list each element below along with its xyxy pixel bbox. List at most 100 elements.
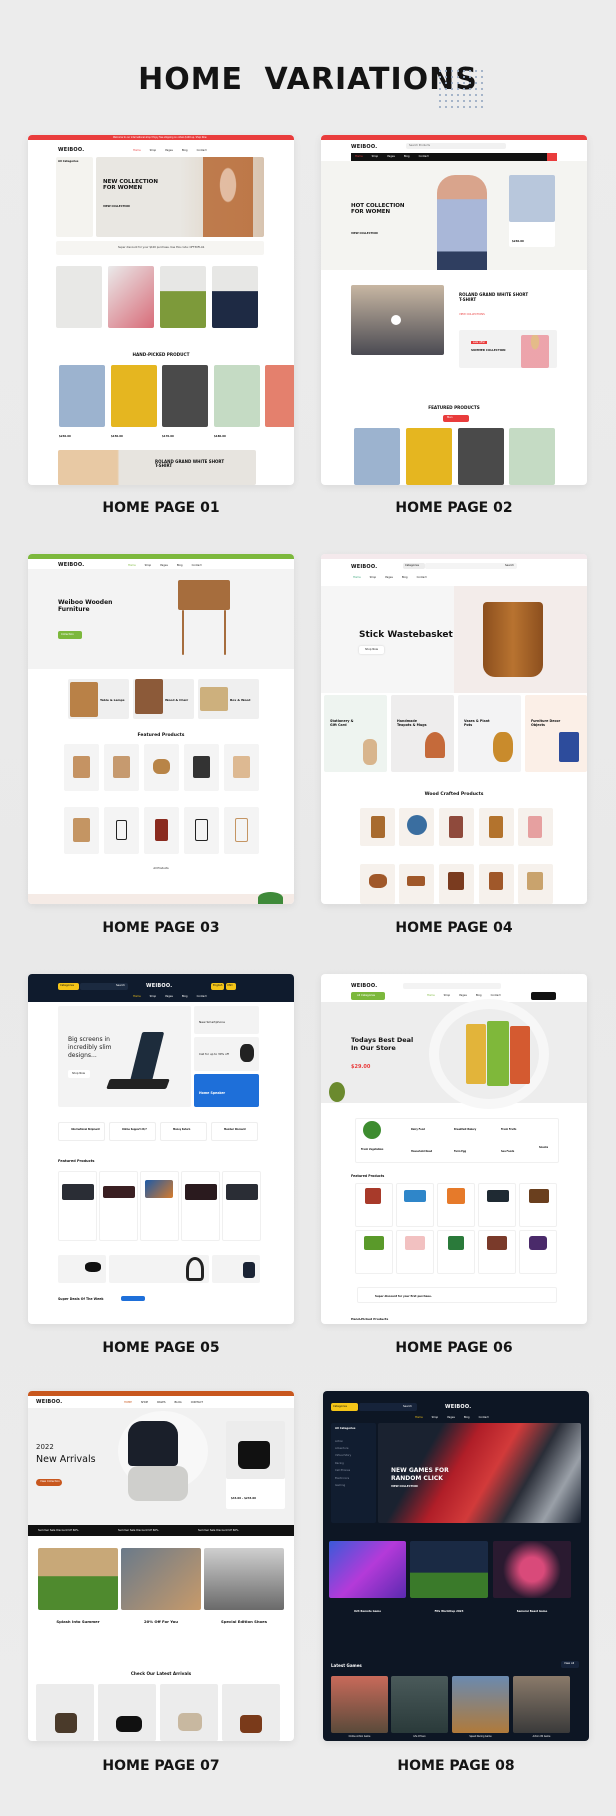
product-card[interactable] [354, 428, 400, 485]
collection-image[interactable] [493, 1541, 571, 1598]
hero-button[interactable]: VIEW COLLECTION [351, 232, 378, 235]
collection-image[interactable] [121, 1548, 201, 1610]
home-page-06-preview[interactable]: WEIBOO. All Categories Home Shop Pages Blog… [321, 974, 587, 1324]
sidebar-item[interactable]: Racing [335, 1462, 344, 1465]
home-page-07-label[interactable]: HOME PAGE 07 [28, 1758, 294, 1774]
home-page-01-label[interactable]: HOME PAGE 01 [28, 500, 294, 516]
collection-image[interactable] [38, 1548, 118, 1610]
game-card[interactable] [331, 1676, 388, 1733]
product-card[interactable] [99, 1171, 138, 1241]
summer-badge: sale offer [471, 341, 488, 344]
section-title: Latest Games [331, 1663, 362, 1668]
main-nav[interactable]: Home Shop Pages Blog Contact [353, 576, 436, 579]
main-nav[interactable]: Home Shop Pages Blog Contact [415, 1416, 498, 1419]
product-card[interactable] [111, 365, 157, 427]
hero-banner[interactable] [28, 569, 294, 669]
sidebar-item[interactable]: Cell Phones [335, 1469, 350, 1472]
home-page-03-label[interactable]: HOME PAGE 03 [28, 920, 294, 936]
sidebar-item[interactable]: Gaming [335, 1484, 345, 1487]
all-products-button[interactable]: All Products [28, 867, 294, 870]
search-button[interactable]: Search [403, 1405, 412, 1408]
home-page-01-preview[interactable]: Welcome to our international shop! Enjoy… [28, 135, 294, 485]
category-tile[interactable] [324, 695, 387, 772]
filter-label: Men [447, 416, 453, 419]
feature-box [160, 1122, 207, 1141]
product-card[interactable] [58, 1171, 97, 1241]
main-nav[interactable]: Home Shop Pages Blog Contact [355, 155, 438, 158]
sidebar-item[interactable]: Action [335, 1440, 343, 1443]
product-card[interactable] [509, 428, 555, 485]
search-input[interactable] [425, 563, 517, 569]
product-card[interactable] [406, 428, 452, 485]
main-nav[interactable]: Home Shop Pages Blog Contact [133, 149, 216, 152]
hero-juice-image [466, 1024, 486, 1084]
home-page-04-preview[interactable]: WEIBOO. Categories Search Home Shop Pages B… [321, 554, 587, 904]
main-nav[interactable]: Home Shop Pages Blog Contact [427, 994, 510, 997]
hero-button-label: Shop Now [365, 648, 378, 651]
category-sidebar[interactable] [56, 157, 93, 237]
home-page-06-label[interactable]: HOME PAGE 06 [321, 1340, 587, 1356]
home-page-07-preview[interactable]: WEIBOO. HOME SHOP PAGES BLOG CONTACT 2022 Ne… [28, 1391, 294, 1741]
collection-image[interactable] [204, 1548, 284, 1610]
category-name: Dairy Food [411, 1128, 425, 1131]
language-label: English [213, 984, 223, 987]
main-nav[interactable]: Home Shop Pages Blog Contact [133, 995, 216, 998]
category-kids[interactable] [56, 266, 102, 328]
product-card[interactable] [162, 365, 208, 427]
home-page-05-preview[interactable]: Categories Search WEIBOO. English USD Ho… [28, 974, 294, 1324]
logo: WEIBOO. [445, 1404, 472, 1410]
category-women[interactable] [160, 266, 206, 328]
collection-title: 20% Off For You [144, 1619, 178, 1624]
collection-image[interactable] [410, 1541, 488, 1598]
product-price: $150.00 [111, 435, 123, 438]
section-title: Featured Products [58, 1159, 95, 1163]
collection-title: Samurai Beast Game [516, 1610, 548, 1613]
search-input[interactable] [403, 983, 501, 989]
category-tile[interactable] [458, 695, 521, 772]
hero-title: Stick Wastebasket [359, 630, 453, 640]
main-nav[interactable]: Home Shop Pages Blog Contact [128, 564, 211, 567]
home-page-08-preview[interactable]: Categories Search WEIBOO. Home Shop Pages B… [323, 1391, 589, 1741]
category-men[interactable] [212, 266, 258, 328]
logo: WEIBOO. [58, 562, 85, 568]
ticker-text: Summer Sale Discount UP 60% [118, 1529, 159, 1532]
product-price: $180.00 [214, 435, 226, 438]
home-page-02-label[interactable]: HOME PAGE 02 [321, 500, 587, 516]
collection-image[interactable] [329, 1541, 406, 1598]
sidebar-item[interactable]: Virtual Story [335, 1454, 351, 1457]
product-card[interactable] [265, 365, 294, 427]
category-grid[interactable] [355, 1118, 559, 1163]
home-page-02-preview[interactable]: WEIBOO. Search Products Home Shop Pages Blo… [321, 135, 587, 485]
game-card[interactable] [391, 1676, 448, 1733]
product-card[interactable] [98, 1684, 156, 1741]
category-name: Fresh Fruits [501, 1128, 517, 1131]
category-sidebar[interactable] [331, 1423, 376, 1523]
hero-button[interactable]: VIEW COLLECTION [103, 205, 130, 208]
hero-title: Weiboo Wooden Furniture [58, 599, 113, 614]
currency-label: USD [227, 984, 233, 987]
home-page-05-label[interactable]: HOME PAGE 05 [28, 1340, 294, 1356]
sidebar-item[interactable]: Adventure [335, 1447, 348, 1450]
collection-title: X24 Remote Game [354, 1610, 381, 1613]
category-title: Table & Lamps [100, 698, 125, 702]
category-tile[interactable] [391, 695, 454, 772]
home-page-08-label[interactable]: HOME PAGE 08 [323, 1758, 589, 1774]
home-page-04-label[interactable]: HOME PAGE 04 [321, 920, 587, 936]
game-card[interactable] [452, 1676, 509, 1733]
category-accessories[interactable] [108, 266, 154, 328]
search-button[interactable]: Search [116, 984, 125, 987]
hero-model-image [128, 1421, 178, 1466]
home-page-03-preview[interactable]: WEIBOO. Home Shop Pages Blog Contact Weiboo … [28, 554, 294, 904]
game-card[interactable] [513, 1676, 570, 1733]
search-button[interactable]: Search [505, 564, 514, 567]
product-card[interactable] [458, 428, 504, 485]
hero-button[interactable]: VIEW COLLECTION [391, 1485, 418, 1488]
product-card[interactable] [181, 1171, 220, 1241]
product-card[interactable] [222, 1171, 261, 1241]
product-card[interactable] [214, 365, 260, 427]
feature-link[interactable]: VIEW COLLECTIONS [459, 313, 485, 316]
play-icon[interactable] [391, 315, 401, 325]
main-nav[interactable]: HOME SHOP PAGES BLOG CONTACT [124, 1401, 212, 1404]
product-card[interactable] [59, 365, 105, 427]
sidebar-item[interactable]: Electronics [335, 1477, 349, 1480]
